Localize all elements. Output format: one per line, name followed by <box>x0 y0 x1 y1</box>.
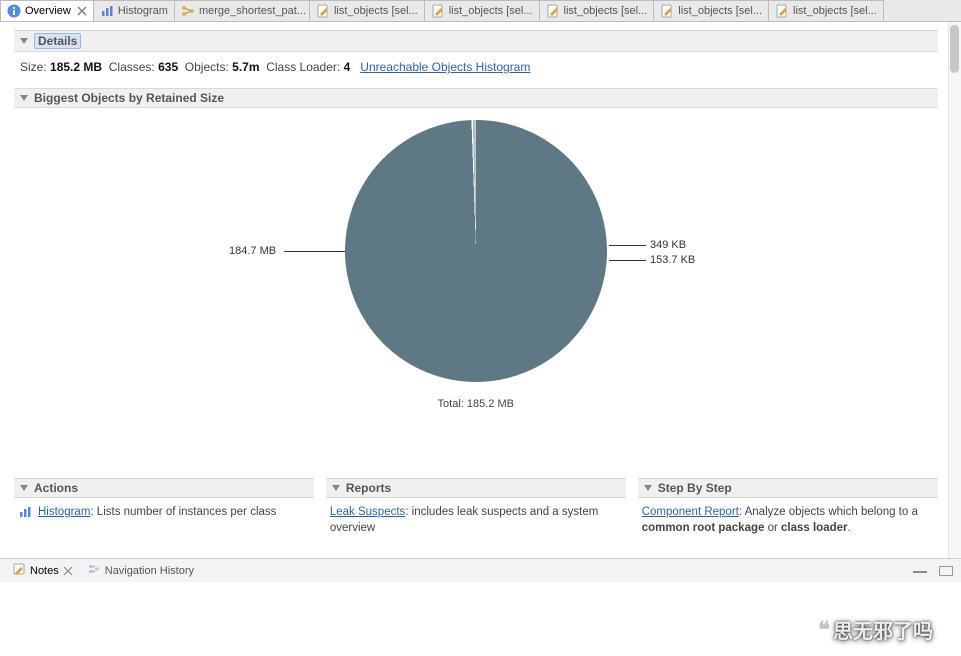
chevron-down-icon <box>332 485 340 491</box>
maximize-button[interactable] <box>939 566 953 576</box>
chevron-down-icon <box>20 38 28 44</box>
section-title: Reports <box>346 481 391 495</box>
classloader-label: Class Loader: <box>266 60 340 74</box>
tab-list-objects-4[interactable]: list_objects [sel... <box>654 0 769 21</box>
tab-overview[interactable]: Overview <box>0 0 94 21</box>
tab-list-objects-3[interactable]: list_objects [sel... <box>540 0 655 21</box>
tab-notes[interactable]: Notes <box>8 562 77 579</box>
section-step-header[interactable]: Step By Step <box>638 478 938 498</box>
section-title: Step By Step <box>658 481 732 495</box>
leader-line <box>609 260 646 261</box>
pie-graphic <box>345 120 607 382</box>
watermark-text: 思无邪了吗 <box>833 615 933 644</box>
step-strong1: common root package <box>642 522 765 534</box>
section-title: Details <box>34 33 81 49</box>
tab-label: merge_shortest_pat... <box>199 5 306 17</box>
minimize-button[interactable] <box>913 569 927 573</box>
merge-icon <box>181 4 195 18</box>
step-dot: . <box>848 522 851 534</box>
info-icon <box>7 4 21 18</box>
step-strong2: class loader <box>781 522 847 534</box>
doc-pencil-icon <box>546 4 560 18</box>
tab-histogram[interactable]: Histogram <box>94 0 175 21</box>
details-body: Size: 185.2 MB Classes: 635 Objects: 5.7… <box>14 52 938 82</box>
section-details-header[interactable]: Details <box>14 30 938 52</box>
tab-bar: Overview Histogram merge_shortest_pat...… <box>0 0 961 22</box>
tab-list-objects-2[interactable]: list_objects [sel... <box>425 0 540 21</box>
section-reports-header[interactable]: Reports <box>326 478 626 498</box>
classes-value: 635 <box>158 60 178 74</box>
tab-label: Navigation History <box>105 565 194 577</box>
tab-label: Notes <box>30 565 59 577</box>
blank-area: ❝ 思无邪了吗 <box>0 582 961 656</box>
doc-pencil-icon <box>660 4 674 18</box>
histogram-icon <box>18 505 32 519</box>
tab-list-objects-5[interactable]: list_objects [sel... <box>769 0 884 21</box>
doc-pencil-icon <box>775 4 789 18</box>
close-icon[interactable] <box>77 6 87 16</box>
size-label: Size: <box>20 60 47 74</box>
tab-label: list_objects [sel... <box>449 5 533 17</box>
tab-navigation-history[interactable]: Navigation History <box>83 562 198 579</box>
step-or: or <box>764 522 781 534</box>
col-reports: Reports Leak Suspects: includes leak sus… <box>326 478 626 536</box>
vertical-scrollbar[interactable] <box>948 22 961 558</box>
scrollbar-thumb[interactable] <box>950 25 959 73</box>
section-title: Actions <box>34 481 78 495</box>
close-icon[interactable] <box>63 566 73 576</box>
classloader-value: 4 <box>344 60 351 74</box>
classes-label: Classes: <box>109 60 155 74</box>
tab-label: list_objects [sel... <box>334 5 418 17</box>
pie-label-big: 184.7 MB <box>229 245 276 257</box>
doc-pencil-icon <box>431 4 445 18</box>
tab-label: list_objects [sel... <box>678 5 762 17</box>
overview-content: Details Size: 185.2 MB Classes: 635 Obje… <box>0 22 948 558</box>
objects-value: 5.7m <box>232 60 259 74</box>
section-actions-header[interactable]: Actions <box>14 478 314 498</box>
chevron-down-icon <box>20 485 28 491</box>
pie-label-small-2: 153.7 KB <box>650 254 695 266</box>
leader-line <box>609 245 646 246</box>
size-value: 185.2 MB <box>50 60 102 74</box>
col-step: Step By Step Component Report: Analyze o… <box>638 478 938 536</box>
section-title: Biggest Objects by Retained Size <box>34 91 224 105</box>
wechat-icon: ❝ <box>818 617 827 643</box>
note-icon <box>12 562 26 579</box>
unreachable-link[interactable]: Unreachable Objects Histogram <box>360 60 530 74</box>
step-desc1: : Analyze objects which belong to a <box>739 506 918 518</box>
tab-label: Histogram <box>118 5 168 17</box>
tab-label: Overview <box>25 5 71 17</box>
nav-history-icon <box>87 562 101 579</box>
tab-label: list_objects [sel... <box>793 5 877 17</box>
section-biggest-header[interactable]: Biggest Objects by Retained Size <box>14 88 938 108</box>
tab-list-objects-1[interactable]: list_objects [sel... <box>310 0 425 21</box>
chevron-down-icon <box>644 485 652 491</box>
col-actions: Actions Histogram: Lists number of insta… <box>14 478 314 536</box>
pie-chart: 184.7 MB 349 KB 153.7 KB Total: 185.2 MB <box>14 120 938 460</box>
report-leak-link[interactable]: Leak Suspects <box>330 506 405 518</box>
pie-total: Total: 185.2 MB <box>14 398 938 410</box>
objects-label: Objects: <box>185 60 229 74</box>
tab-merge-shortest[interactable]: merge_shortest_pat... <box>175 0 310 21</box>
pie-label-small-1: 349 KB <box>650 239 686 251</box>
watermark: ❝ 思无邪了吗 <box>818 615 933 644</box>
step-component-link[interactable]: Component Report <box>642 506 739 518</box>
action-histogram-link[interactable]: Histogram <box>38 506 90 518</box>
action-histogram-desc: : Lists number of instances per class <box>90 506 276 518</box>
chevron-down-icon <box>20 95 28 101</box>
doc-pencil-icon <box>316 4 330 18</box>
histogram-icon <box>100 4 114 18</box>
bottom-bar: Notes Navigation History <box>0 558 961 582</box>
tab-label: list_objects [sel... <box>564 5 648 17</box>
